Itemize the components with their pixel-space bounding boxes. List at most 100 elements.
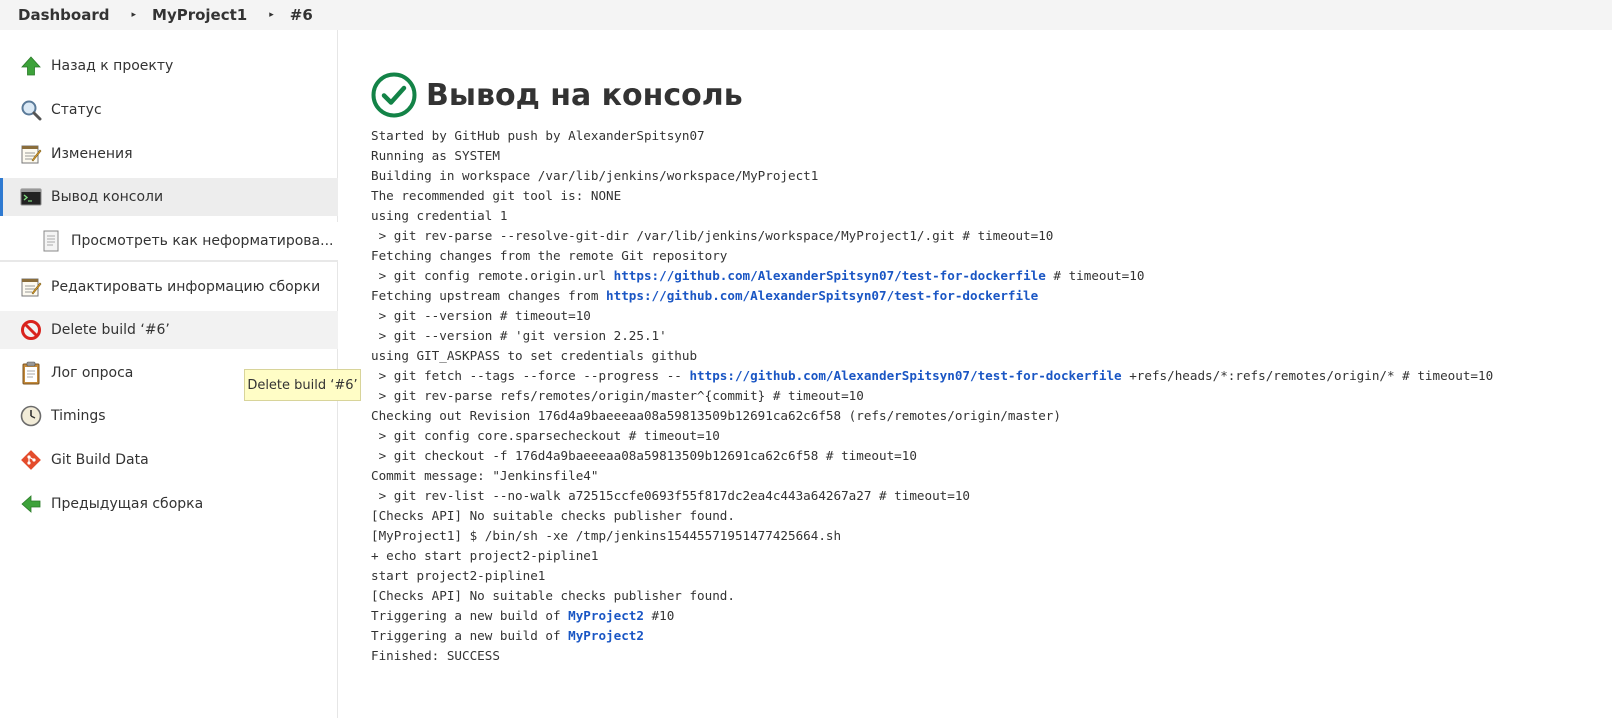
console-text: # timeout=10 (1045, 268, 1145, 283)
sidebar-item-status[interactable]: Статус (0, 91, 338, 129)
console-link[interactable]: https://github.com/AlexanderSpitsyn07/te… (606, 288, 1038, 303)
console-text: Fetching changes from the remote Git rep… (371, 248, 728, 263)
console-line: + echo start project2-pipline1 (371, 546, 1493, 566)
console-text: > git --version # 'git version 2.25.1' (371, 328, 667, 343)
sidebar-item-label: Изменения (51, 146, 133, 162)
sidebar-item-label: Delete build ‘#6’ (51, 322, 170, 338)
console-line: [Checks API] No suitable checks publishe… (371, 506, 1493, 526)
console-text: Finished: SUCCESS (371, 648, 500, 663)
breadcrumb-build[interactable]: #6 (274, 6, 313, 24)
sidebar-item-edit-build-info[interactable]: Редактировать информацию сборки (0, 268, 338, 306)
console-text: using credential 1 (371, 208, 508, 223)
console-link[interactable]: https://github.com/AlexanderSpitsyn07/te… (689, 368, 1121, 383)
up-arrow-icon (20, 55, 42, 77)
console-line: > git config remote.origin.url https://g… (371, 266, 1493, 286)
sidebar-item-timings[interactable]: Timings (0, 397, 338, 435)
console-line: > git --version # 'git version 2.25.1' (371, 326, 1493, 346)
console-text: +refs/heads/*:refs/remotes/origin/* # ti… (1121, 368, 1494, 383)
console-text: + echo start project2-pipline1 (371, 548, 599, 563)
console-text: > git --version # timeout=10 (371, 308, 591, 323)
clock-icon (20, 405, 42, 427)
breadcrumb-separator-icon[interactable]: ▸ (247, 10, 274, 20)
sidebar-item-label: Предыдущая сборка (51, 496, 204, 512)
sidebar-item-back-to-project[interactable]: Назад к проекту (0, 47, 338, 85)
console-line: > git fetch --tags --force --progress --… (371, 366, 1494, 386)
console-text: [MyProject1] $ /bin/sh -xe /tmp/jenkins1… (371, 528, 842, 543)
notepad-icon (20, 276, 42, 298)
console-text: start project2-pipline1 (371, 568, 546, 583)
breadcrumb-separator-icon[interactable]: ▸ (109, 10, 136, 20)
console-text: [Checks API] No suitable checks publishe… (371, 508, 735, 523)
clipboard-icon (20, 361, 42, 385)
breadcrumb-project[interactable]: MyProject1 (136, 6, 247, 24)
console-line: Running as SYSTEM (371, 146, 1493, 166)
console-line: Checking out Revision 176d4a9baeeeaa08a5… (371, 406, 1493, 426)
console-text: Commit message: "Jenkinsfile4" (371, 468, 599, 483)
sidebar-item-changes[interactable]: Изменения (0, 135, 338, 173)
sidebar-item-view-plain-text[interactable]: Просмотреть как неформатирова... (0, 222, 338, 262)
console-text: #10 (643, 608, 675, 623)
console-text: > git rev-list --no-walk a72515ccfe0693f… (371, 488, 970, 503)
console-line: Fetching changes from the remote Git rep… (371, 246, 1493, 266)
console-link[interactable]: MyProject2 (568, 608, 644, 623)
sidebar-item-label: Статус (51, 102, 102, 118)
console-text: Running as SYSTEM (371, 148, 500, 163)
console-line: > git rev-parse --resolve-git-dir /var/l… (371, 226, 1493, 246)
console-line: Triggering a new build of MyProject2 #10 (371, 606, 1493, 626)
console-line: Building in workspace /var/lib/jenkins/w… (371, 166, 1493, 186)
console-line: The recommended git tool is: NONE (371, 186, 1493, 206)
success-check-icon (371, 72, 417, 118)
console-line: using credential 1 (371, 206, 1493, 226)
console-link[interactable]: MyProject2 (568, 628, 644, 643)
console-text: Checking out Revision 176d4a9baeeeaa08a5… (371, 408, 1061, 423)
sidebar-item-label: Редактировать информацию сборки (51, 279, 321, 295)
console-line: Started by GitHub push by AlexanderSpits… (371, 126, 1493, 146)
console-line: [Checks API] No suitable checks publishe… (371, 586, 1493, 606)
console-text: Building in workspace /var/lib/jenkins/w… (371, 168, 819, 183)
console-text: The recommended git tool is: NONE (371, 188, 622, 203)
console-line: Fetching upstream changes from https://g… (371, 286, 1493, 306)
sidebar-item-label: Git Build Data (51, 452, 149, 468)
console-link[interactable]: https://github.com/AlexanderSpitsyn07/te… (614, 268, 1046, 283)
console-line: Triggering a new build of MyProject2 (371, 626, 1493, 646)
terminal-icon (20, 186, 42, 208)
console-text: using GIT_ASKPASS to set credentials git… (371, 348, 698, 363)
left-arrow-icon (20, 493, 42, 515)
document-icon (40, 230, 62, 252)
sidebar-item-label: Лог опроса (51, 365, 134, 381)
console-text: > git rev-parse refs/remotes/origin/mast… (371, 388, 864, 403)
sidebar-item-delete-build[interactable]: Delete build ‘#6’ (0, 311, 338, 349)
console-text: > git config core.sparsecheckout # timeo… (371, 428, 720, 443)
console-line: start project2-pipline1 (371, 566, 1493, 586)
console-output: Started by GitHub push by AlexanderSpits… (371, 126, 1493, 666)
console-line: > git rev-parse refs/remotes/origin/mast… (371, 386, 1493, 406)
sidebar-item-label: Просмотреть как неформатирова... (71, 233, 334, 249)
console-line: > git --version # timeout=10 (371, 306, 1493, 326)
console-text: [Checks API] No suitable checks publishe… (371, 588, 735, 603)
breadcrumb-dashboard[interactable]: Dashboard (0, 6, 109, 24)
sidebar-item-label: Назад к проекту (51, 58, 174, 74)
no-entry-icon (20, 319, 42, 341)
sidebar-item-previous-build[interactable]: Предыдущая сборка (0, 485, 338, 523)
page-title: Вывод на консоль (426, 77, 743, 113)
console-text: > git rev-parse --resolve-git-dir /var/l… (371, 228, 1054, 243)
tooltip: Delete build ‘#6’ (244, 369, 361, 401)
console-text: > git checkout -f 176d4a9baeeeaa08a59813… (371, 448, 917, 463)
console-text: Triggering a new build of (371, 628, 569, 643)
console-text: > git config remote.origin.url (371, 268, 614, 283)
console-text: > git fetch --tags --force --progress -- (371, 368, 690, 383)
console-line: using GIT_ASKPASS to set credentials git… (371, 346, 1493, 366)
sidebar-item-console-output[interactable]: Вывод консоли (0, 178, 338, 216)
console-line: Finished: SUCCESS (371, 646, 1493, 666)
console-text: Triggering a new build of (371, 608, 569, 623)
console-line: [MyProject1] $ /bin/sh -xe /tmp/jenkins1… (371, 526, 1493, 546)
sidebar-item-git-build-data[interactable]: Git Build Data (0, 441, 338, 479)
magnifier-icon (20, 99, 42, 121)
console-text: Fetching upstream changes from (371, 288, 607, 303)
main-content: Вывод на консоль Started by GitHub push … (371, 30, 1601, 718)
sidebar-item-label: Timings (51, 408, 106, 424)
breadcrumb: Dashboard ▸ MyProject1 ▸ #6 (0, 0, 1612, 30)
sidebar-item-label: Вывод консоли (51, 189, 164, 205)
console-line: > git checkout -f 176d4a9baeeeaa08a59813… (371, 446, 1493, 466)
page-header: Вывод на консоль (371, 70, 743, 120)
